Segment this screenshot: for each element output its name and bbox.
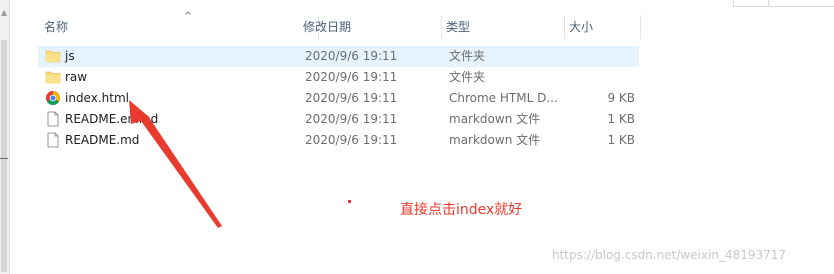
file-row-readme-en[interactable]: README.en.md 2020/9/6 19:11 markdown 文件 … xyxy=(38,109,639,130)
file-row-js[interactable]: js 2020/9/6 19:11 文件夹 xyxy=(38,46,639,67)
column-header-row: 名称 ^ 修改日期 类型 大小 xyxy=(20,11,834,39)
column-header-type-label: 类型 xyxy=(446,20,471,34)
file-type: 文件夹 xyxy=(449,49,486,63)
file-name: js xyxy=(65,49,75,63)
file-name: index.html xyxy=(65,91,129,105)
file-name: raw xyxy=(65,70,88,84)
column-header-size-label: 大小 xyxy=(569,20,594,34)
scroll-up-arrow-icon[interactable]: ▲ xyxy=(1,8,7,18)
file-size xyxy=(563,46,635,67)
file-type: markdown 文件 xyxy=(449,133,541,147)
file-row-readme[interactable]: README.md 2020/9/6 19:11 markdown 文件 1 K… xyxy=(38,130,639,151)
file-date: 2020/9/6 19:11 xyxy=(305,112,398,126)
column-header-name[interactable]: 名称 ^ xyxy=(40,11,319,39)
file-date: 2020/9/6 19:11 xyxy=(305,49,398,63)
column-header-date-label: 修改日期 xyxy=(303,20,352,34)
column-header-name-label: 名称 xyxy=(44,20,69,34)
column-header-date[interactable]: 修改日期 xyxy=(299,15,442,39)
file-date: 2020/9/6 19:11 xyxy=(305,133,398,147)
file-row-index-html[interactable]: index.html 2020/9/6 19:11 Chrome HTML D.… xyxy=(38,88,639,109)
navigation-pane-edge: ▲ xyxy=(0,0,10,274)
file-size xyxy=(563,67,635,88)
file-size: 1 KB xyxy=(607,112,635,126)
watermark: https://blog.csdn.net/weixin_48193717 xyxy=(552,248,787,262)
file-size: 9 KB xyxy=(607,91,635,105)
file-date: 2020/9/6 19:11 xyxy=(305,91,398,105)
file-name: README.en.md xyxy=(65,112,159,126)
file-date: 2020/9/6 19:11 xyxy=(305,70,398,84)
file-row-raw[interactable]: raw 2020/9/6 19:11 文件夹 xyxy=(38,67,639,88)
file-size: 1 KB xyxy=(607,133,635,147)
annotation-dot xyxy=(348,200,351,203)
navigation-tree-marker xyxy=(0,152,8,159)
file-type: Chrome HTML D... xyxy=(449,91,558,105)
title-bar-fragment xyxy=(733,0,834,7)
sort-ascending-icon: ^ xyxy=(184,11,193,22)
file-type: markdown 文件 xyxy=(449,112,541,126)
column-header-size[interactable]: 大小 xyxy=(565,15,641,39)
file-type: 文件夹 xyxy=(449,70,486,84)
file-name: README.md xyxy=(65,133,140,147)
annotation-text: 直接点击index就好 xyxy=(400,202,523,218)
column-header-type[interactable]: 类型 xyxy=(442,15,565,39)
